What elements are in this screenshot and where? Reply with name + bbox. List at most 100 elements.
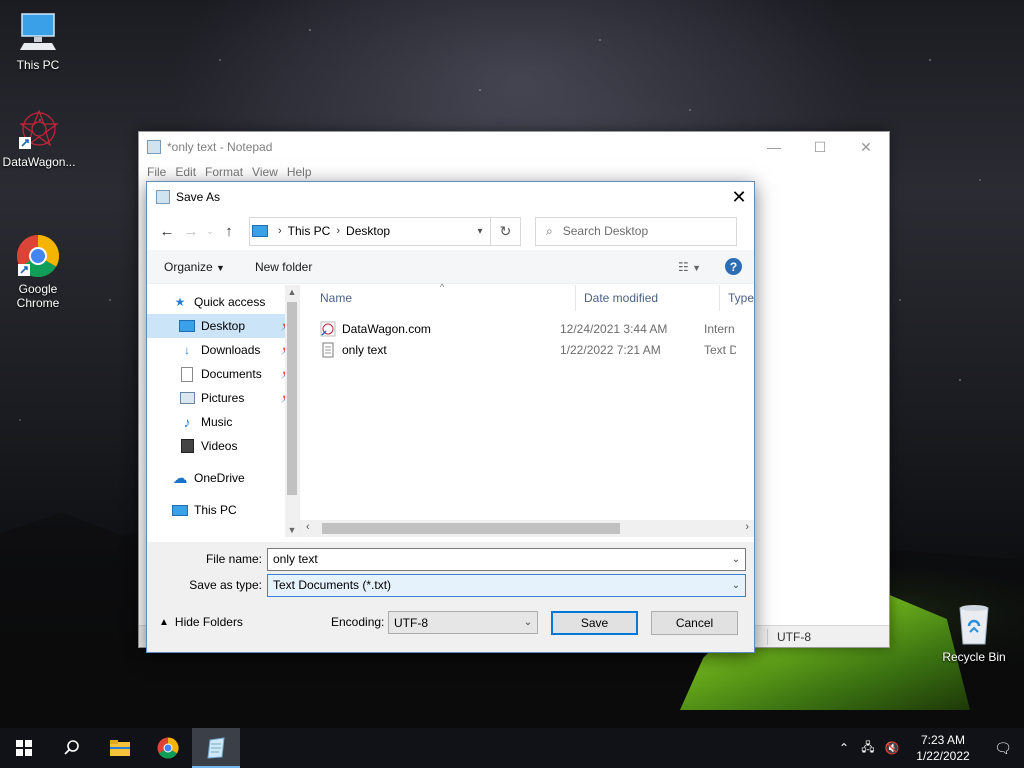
text-file-icon — [320, 342, 336, 358]
address-bar[interactable]: › This PC › Desktop ▾ — [249, 216, 491, 246]
chevron-down-icon[interactable]: ▼ — [285, 525, 299, 535]
nav-item-documents[interactable]: Documents 📌 — [147, 362, 299, 386]
save-type-value: Text Documents (*.txt) — [273, 578, 392, 592]
desktop-icon-chrome[interactable]: Google Chrome — [0, 206, 76, 324]
nav-item-label: Pictures — [201, 391, 245, 405]
recycle-bin-icon — [952, 602, 996, 646]
chevron-down-icon[interactable]: ⌄ — [727, 580, 745, 591]
scrollbar-thumb[interactable] — [322, 523, 620, 534]
column-header-date-modified[interactable]: Date modified — [576, 285, 720, 311]
desktop-icon-label: This PC — [16, 58, 60, 72]
chevron-right-icon: › — [336, 225, 341, 237]
search-placeholder: Search Desktop — [562, 224, 649, 238]
clock[interactable]: 7:23 AM 1/22/2022 — [904, 732, 982, 764]
chevron-down-icon[interactable]: ▾ — [470, 226, 490, 237]
file-row[interactable]: DataWagon.com 12/24/2021 3:44 AM Intern — [300, 318, 754, 339]
chrome-icon — [157, 737, 179, 759]
notepad-icon — [147, 140, 161, 154]
start-button[interactable] — [0, 728, 48, 768]
scrollbar-thumb[interactable] — [287, 302, 297, 495]
dialog-title: Save As — [176, 190, 221, 204]
file-explorer-button[interactable] — [96, 728, 144, 768]
menu-file[interactable]: File — [147, 165, 166, 179]
chevron-right-icon[interactable]: › — [745, 521, 749, 533]
search-button[interactable] — [48, 728, 96, 768]
notepad-taskbar-button[interactable] — [192, 728, 240, 768]
refresh-button[interactable]: ↻ — [491, 216, 521, 246]
nav-item-this-pc[interactable]: This PC — [147, 498, 299, 522]
help-icon[interactable]: ? — [725, 258, 742, 275]
minimize-button[interactable]: — — [751, 132, 797, 162]
menu-help[interactable]: Help — [287, 165, 312, 179]
network-icon[interactable]: 🖧 — [856, 738, 880, 759]
nav-item-videos[interactable]: Videos — [147, 434, 299, 458]
breadcrumb-this-pc[interactable]: This PC — [288, 224, 331, 238]
volume-muted-icon[interactable]: 🔇 — [880, 741, 904, 755]
chrome-icon — [16, 220, 60, 278]
desktop-icon-recycle-bin[interactable]: Recycle Bin — [936, 602, 1012, 664]
forward-button[interactable]: → — [179, 219, 203, 243]
desktop-icon-label: DataWagon... — [2, 155, 76, 169]
dialog-title-bar[interactable]: Save As ✕ — [147, 182, 754, 212]
chevron-up-icon[interactable]: ▲ — [285, 287, 299, 297]
recent-locations-button[interactable]: ⌄ — [203, 219, 217, 243]
pictures-icon — [179, 390, 195, 406]
close-button[interactable]: ✕ — [843, 132, 889, 162]
menu-view[interactable]: View — [252, 165, 278, 179]
chevron-left-icon[interactable]: ‹ — [306, 521, 310, 533]
column-headers: ^ Name Date modified Type — [300, 282, 754, 311]
cancel-button[interactable]: Cancel — [651, 611, 738, 635]
search-box[interactable]: ⌕ Search Desktop — [535, 216, 737, 246]
browser-area: ★ Quick access Desktop 📌 ↓ Downloads 📌 D… — [147, 282, 754, 537]
chevron-down-icon[interactable]: ⌄ — [727, 554, 745, 565]
organize-button[interactable]: Organize ▼ — [164, 260, 225, 274]
desktop-icon-this-pc[interactable]: This PC — [0, 10, 76, 72]
nav-item-desktop[interactable]: Desktop 📌 — [147, 314, 299, 338]
desktop-icon-datawagon[interactable]: DataWagon... — [1, 107, 77, 169]
notification-center-icon[interactable]: 🗨 — [982, 740, 1024, 757]
file-list-pane[interactable]: ^ Name Date modified Type DataWagon.com — [300, 282, 754, 537]
new-folder-button[interactable]: New folder — [255, 260, 312, 274]
maximize-button[interactable]: ☐ — [797, 132, 843, 162]
notepad-vertical-scrollbar[interactable] — [872, 182, 889, 625]
nav-item-music[interactable]: ♪ Music — [147, 410, 299, 434]
notepad-icon — [156, 190, 170, 204]
dialog-close-button[interactable]: ✕ — [724, 182, 754, 212]
navigation-pane-scrollbar[interactable]: ▲ ▼ — [285, 285, 299, 537]
navigation-pane[interactable]: ★ Quick access Desktop 📌 ↓ Downloads 📌 D… — [147, 285, 300, 537]
nav-item-pictures[interactable]: Pictures 📌 — [147, 386, 299, 410]
back-button[interactable]: ← — [155, 219, 179, 243]
up-button[interactable]: ↑ — [217, 219, 241, 243]
column-header-name[interactable]: Name — [300, 285, 576, 311]
menu-format[interactable]: Format — [205, 165, 243, 179]
chevron-up-icon[interactable]: ⌃ — [832, 741, 856, 755]
save-button[interactable]: Save — [551, 611, 638, 635]
file-name-input[interactable]: only text ⌄ — [267, 547, 746, 571]
view-options-icon[interactable]: ☷ ▼ — [678, 260, 701, 274]
breadcrumb-desktop[interactable]: Desktop — [346, 224, 390, 238]
menu-edit[interactable]: Edit — [175, 165, 196, 179]
column-header-type[interactable]: Type — [720, 285, 754, 311]
file-row[interactable]: only text 1/22/2022 7:21 AM Text D — [300, 339, 754, 360]
status-separator — [767, 629, 768, 645]
encoding-select[interactable]: UTF-8 ⌄ — [388, 611, 538, 634]
notepad-title-bar[interactable]: *only text - Notepad — ☐ ✕ — [139, 132, 889, 162]
chrome-taskbar-button[interactable] — [144, 728, 192, 768]
chevron-right-icon: › — [278, 225, 282, 237]
hide-folders-button[interactable]: ▲ Hide Folders — [159, 615, 243, 629]
nav-item-quick-access[interactable]: ★ Quick access — [147, 290, 299, 314]
datawagon-icon — [17, 107, 61, 151]
save-as-dialog[interactable]: Save As ✕ ← → ⌄ ↑ › This PC › Desktop ▾ … — [146, 181, 755, 653]
file-list-horizontal-scrollbar[interactable]: ‹ › — [300, 520, 754, 537]
save-type-select[interactable]: Text Documents (*.txt) ⌄ — [267, 573, 746, 597]
cloud-icon: ☁ — [172, 470, 188, 487]
encoding-value: UTF-8 — [394, 615, 428, 630]
folder-icon — [110, 740, 130, 756]
nav-item-downloads[interactable]: ↓ Downloads 📌 — [147, 338, 299, 362]
save-type-label: Save as type: — [189, 578, 262, 592]
file-name: DataWagon.com — [342, 321, 431, 336]
nav-item-onedrive[interactable]: ☁ OneDrive — [147, 466, 299, 490]
file-name: only text — [342, 342, 387, 357]
documents-icon — [179, 366, 195, 382]
encoding-label: Encoding: — [331, 615, 385, 629]
